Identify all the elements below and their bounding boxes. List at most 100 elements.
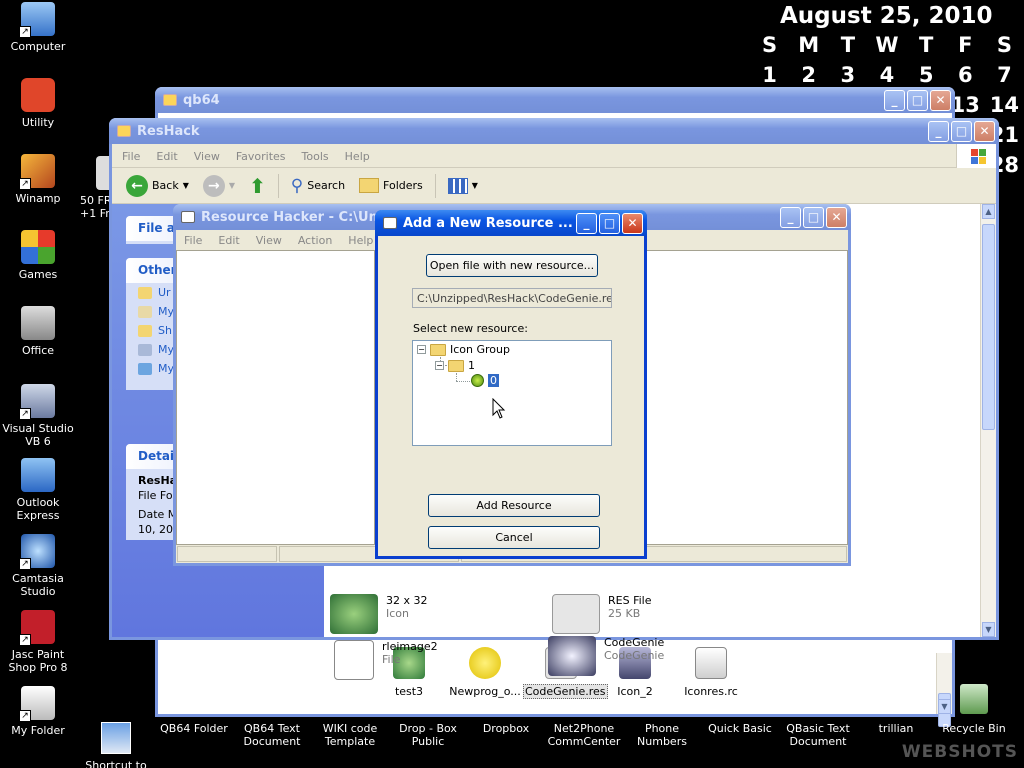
network-icon <box>138 362 152 375</box>
folders-button[interactable]: Folders <box>355 176 427 195</box>
desktop-icon-office[interactable]: Office <box>0 306 76 357</box>
reshack-titlebar[interactable]: ResHack _ □ ✕ <box>109 118 999 144</box>
calendar-title: August 25, 2010 <box>780 3 993 29</box>
calendar-week-1: 1 2 3 4 5 6 7 <box>750 60 1024 90</box>
folder-icon: ↗ <box>19 686 55 722</box>
desktop-icon-outlook[interactable]: Outlook Express <box>0 458 76 522</box>
folders-icon <box>359 178 380 193</box>
add-resource-dialog[interactable]: Add a New Resource ... _ □ ✕ Open file w… <box>375 210 647 559</box>
qb64-scrollbar[interactable]: ▼ <box>936 653 952 727</box>
menu-view[interactable]: View <box>256 234 282 247</box>
collapse-icon[interactable]: − <box>417 345 426 354</box>
collapse-icon[interactable]: − <box>435 361 444 370</box>
desktop-icon-quick-basic[interactable]: Quick Basic <box>700 722 780 735</box>
maximize-button[interactable]: □ <box>803 207 824 228</box>
maximize-button[interactable]: □ <box>951 121 972 142</box>
desktop-icon-phone-numbers[interactable]: Phone Numbers <box>622 722 702 748</box>
desktop-icon-winamp[interactable]: ↗ Winamp <box>0 154 76 205</box>
close-button[interactable]: ✕ <box>826 207 847 228</box>
minimize-button[interactable]: _ <box>576 213 597 234</box>
cancel-button[interactable]: Cancel <box>428 526 600 549</box>
close-button[interactable]: ✕ <box>622 213 643 234</box>
desktop-icon-computer[interactable]: ↗ Computer <box>0 2 76 53</box>
file-rleimage2[interactable]: rleimage2 File <box>334 640 438 680</box>
desktop-icon-net2phone[interactable]: Net2Phone CommCenter <box>544 722 624 748</box>
scroll-down-arrow[interactable]: ▼ <box>982 622 995 637</box>
reshack-scrollbar[interactable]: ▲ ▼ <box>980 204 996 637</box>
desktop-icon-qb64-folder[interactable]: QB64 Folder <box>154 722 234 735</box>
tree-node-0[interactable]: 0 <box>471 374 499 387</box>
close-button[interactable]: ✕ <box>930 90 951 111</box>
maximize-button[interactable]: □ <box>599 213 620 234</box>
desktop-icon-qbasic-text[interactable]: QBasic Text Document <box>778 722 858 748</box>
weekday: S <box>762 33 778 57</box>
desktop-icon-recycle-bin[interactable]: Recycle Bin <box>934 684 1014 735</box>
menu-action[interactable]: Action <box>298 234 332 247</box>
minimize-button[interactable]: _ <box>780 207 801 228</box>
open-file-button[interactable]: Open file with new resource... <box>426 254 598 277</box>
desktop-icon-shortcut-unzipped[interactable]: Shortcut to Unzipped <box>76 722 156 768</box>
file-iconres-rc[interactable]: Iconres.rc <box>673 647 749 698</box>
scroll-down-arrow[interactable]: ▼ <box>938 699 951 714</box>
resource-hacker-icon <box>383 217 397 229</box>
desktop-icon-my-folder[interactable]: ↗ My Folder <box>0 686 76 737</box>
shared-folder-icon <box>138 324 152 337</box>
search-button[interactable]: ⚲ Search <box>287 174 349 198</box>
tree-node-1[interactable]: − 1 <box>435 359 475 372</box>
printer-icon <box>21 306 55 340</box>
chevron-down-icon: ▼ <box>471 181 478 190</box>
back-button[interactable]: ← Back ▼ <box>122 173 193 199</box>
desktop-icon-qb64-text[interactable]: QB64 Text Document <box>232 722 312 748</box>
outlook-icon <box>21 458 55 492</box>
views-button[interactable]: ▼ <box>444 176 482 196</box>
menu-file[interactable]: File <box>184 234 202 247</box>
desktop-icon-dropbox[interactable]: Dropbox <box>466 722 546 735</box>
mouse-cursor-icon <box>492 397 506 420</box>
zip-folder-icon <box>101 722 131 754</box>
select-resource-label: Select new resource: <box>413 322 528 335</box>
file-res[interactable]: RES File 25 KB <box>552 594 651 634</box>
menu-view[interactable]: View <box>194 150 220 163</box>
calendar-day: 5 <box>918 63 934 87</box>
res-file-icon <box>552 594 600 634</box>
resource-tree[interactable]: − Icon Group − 1 0 <box>412 340 612 446</box>
close-button[interactable]: ✕ <box>974 121 995 142</box>
forward-button[interactable]: → ▼ <box>199 173 239 199</box>
menu-edit[interactable]: Edit <box>156 150 177 163</box>
scroll-thumb[interactable] <box>982 224 995 430</box>
minimize-button[interactable]: _ <box>884 90 905 111</box>
search-icon: ⚲ <box>290 175 304 196</box>
desktop-icon-trillian[interactable]: trillian <box>856 722 936 735</box>
desktop-icon-wiki-template[interactable]: WIKI code Template <box>310 722 390 748</box>
generic-file-icon <box>334 640 374 680</box>
recycle-bin-icon <box>960 684 988 714</box>
file-32x32-icon[interactable]: 32 x 32 Icon <box>330 594 428 634</box>
desktop-icon-visual-studio[interactable]: ↗ Visual Studio VB 6 <box>0 384 76 448</box>
menu-help[interactable]: Help <box>348 234 373 247</box>
file-newprog[interactable]: Newprog_o... <box>447 647 523 698</box>
desktop-icon-dropbox-public[interactable]: Drop - Box Public <box>388 722 468 748</box>
tree-node-icon-group[interactable]: − Icon Group <box>417 343 510 356</box>
menu-file[interactable]: File <box>122 150 140 163</box>
webshots-watermark: WEBSHOTS <box>901 742 1018 762</box>
minimize-button[interactable]: _ <box>928 121 949 142</box>
desktop-icon-games[interactable]: Games <box>0 230 76 281</box>
up-folder-button[interactable]: ⬆ <box>245 172 270 200</box>
scroll-up-arrow[interactable]: ▲ <box>982 204 995 219</box>
desktop-icon-camtasia[interactable]: ↗ Camtasia Studio <box>0 534 76 598</box>
cg-icon <box>548 636 596 676</box>
desktop-icon-paint-shop-pro[interactable]: ↗ Jasc Paint Shop Pro 8 <box>0 610 76 674</box>
maximize-button[interactable]: □ <box>907 90 928 111</box>
qb64-titlebar[interactable]: qb64 _ □ ✕ <box>155 87 955 113</box>
chevron-down-icon: ▼ <box>228 181 236 190</box>
file-codegenie[interactable]: CodeGenie CodeGenie <box>548 636 664 676</box>
menu-favorites[interactable]: Favorites <box>236 150 286 163</box>
desktop-icon-utility[interactable]: Utility <box>0 78 76 129</box>
menu-help[interactable]: Help <box>345 150 370 163</box>
menu-tools[interactable]: Tools <box>302 150 329 163</box>
dialog-titlebar[interactable]: Add a New Resource ... _ □ ✕ <box>375 210 647 236</box>
add-resource-button[interactable]: Add Resource <box>428 494 600 517</box>
weekday: W <box>875 33 899 57</box>
camtasia-icon: ↗ <box>19 534 55 570</box>
menu-edit[interactable]: Edit <box>218 234 239 247</box>
